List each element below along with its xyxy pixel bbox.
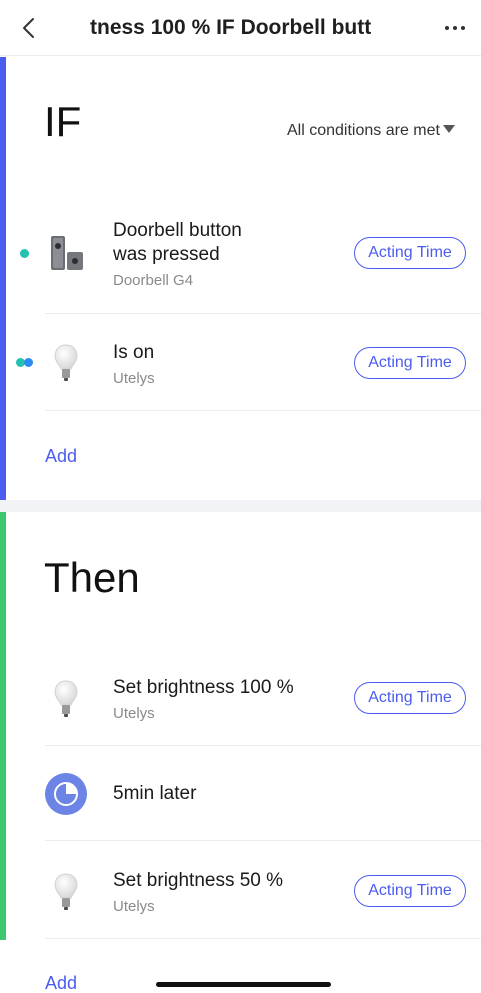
- chevron-left-icon[interactable]: [18, 16, 42, 40]
- condition-title-line1: Doorbell button: [113, 220, 242, 241]
- more-dots-icon[interactable]: [440, 18, 470, 38]
- status-dot: [20, 249, 29, 258]
- device-name: Utelys: [113, 898, 155, 915]
- navigation-bar: tness 100 % IF Doorbell butt: [0, 0, 481, 56]
- bulb-icon: [54, 344, 78, 387]
- condition-title: Is on: [113, 342, 155, 363]
- action-item-delay[interactable]: 5min later: [0, 746, 481, 841]
- action-item-brightness-50[interactable]: Set brightness 50 % Utelys Acting Time: [0, 841, 481, 939]
- condition-mode-dropdown[interactable]: All conditions are met: [287, 122, 455, 140]
- acting-time-button[interactable]: Acting Time: [354, 875, 466, 907]
- condition-item-bulb[interactable]: Is on Utelys Acting Time: [0, 314, 481, 411]
- acting-time-button[interactable]: Acting Time: [354, 682, 466, 714]
- action-title: Set brightness 50 %: [113, 870, 284, 891]
- section-divider: [0, 500, 481, 512]
- add-condition-link[interactable]: Add: [45, 446, 77, 467]
- device-name: Utelys: [113, 705, 155, 722]
- bulb-icon: [54, 680, 78, 723]
- device-name: Utelys: [113, 370, 155, 387]
- condition-title-line2: was pressed: [113, 244, 220, 265]
- add-action-link[interactable]: Add: [45, 973, 77, 993]
- then-heading: Then: [44, 554, 140, 601]
- device-name: Doorbell G4: [113, 272, 194, 289]
- clock-icon: [45, 773, 87, 820]
- condition-mode-label: All conditions are met: [287, 122, 440, 139]
- status-dot: [24, 358, 33, 367]
- condition-item-doorbell[interactable]: Doorbell button was pressed Doorbell G4 …: [0, 210, 481, 314]
- row-divider: [45, 410, 481, 411]
- delay-title: 5min later: [113, 783, 197, 804]
- row-divider: [45, 938, 481, 939]
- doorbell-icon: [49, 234, 85, 277]
- acting-time-button[interactable]: Acting Time: [354, 347, 466, 379]
- action-title: Set brightness 100 %: [113, 677, 294, 698]
- bulb-icon: [54, 873, 78, 916]
- page-title: tness 100 % IF Doorbell butt: [90, 16, 372, 39]
- acting-time-button[interactable]: Acting Time: [354, 237, 466, 269]
- home-indicator[interactable]: [156, 982, 331, 987]
- caret-down-icon: [442, 125, 455, 133]
- if-heading: IF: [44, 98, 82, 145]
- action-item-brightness-100[interactable]: Set brightness 100 % Utelys Acting Time: [0, 648, 481, 746]
